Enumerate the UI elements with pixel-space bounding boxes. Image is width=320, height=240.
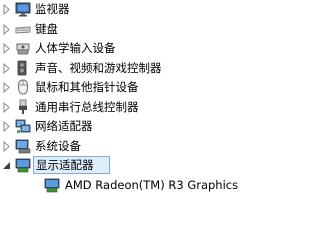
speaker-icon (15, 60, 31, 76)
tree-item-label: 声音、视频和游戏控制器 (35, 61, 162, 75)
tree-item-sound-video-game[interactable]: 声音、视频和游戏控制器 (0, 59, 277, 79)
tree-item-label: AMD Radeon(TM) R3 Graphics (65, 178, 239, 192)
tree-item-network-adapters[interactable]: 网络适配器 (0, 117, 277, 137)
tree-item-display-adapters[interactable]: 显示适配器 (0, 156, 277, 176)
expand-arrow-icon[interactable] (2, 43, 11, 54)
tree-item-label: 显示适配器 (36, 158, 94, 172)
tree-item-label: 鼠标和其他指针设备 (35, 80, 139, 94)
collapse-arrow-icon[interactable] (2, 160, 11, 171)
tree-item-keyboards[interactable]: 键盘 (0, 20, 277, 40)
expand-arrow-icon[interactable] (2, 63, 11, 74)
hid-icon (15, 40, 31, 56)
tree-item-monitors[interactable]: 监视器 (0, 0, 277, 20)
network-adapter-icon (15, 118, 31, 134)
usb-icon (15, 99, 31, 115)
tree-item-label: 通用串行总线控制器 (35, 100, 139, 114)
tree-item-label: 系统设备 (35, 139, 81, 153)
expand-arrow-icon[interactable] (2, 141, 11, 152)
keyboard-icon (15, 21, 31, 37)
tree-item-label: 键盘 (35, 22, 58, 36)
system-device-icon (15, 138, 31, 154)
tree-item-mice[interactable]: 鼠标和其他指针设备 (0, 78, 277, 98)
expand-arrow-icon[interactable] (2, 82, 11, 93)
display-adapter-icon (15, 157, 31, 173)
tree-item-label: 网络适配器 (35, 119, 93, 133)
tree-item-label: 人体学输入设备 (35, 41, 116, 55)
expand-arrow-icon[interactable] (2, 102, 11, 113)
expand-arrow-icon[interactable] (2, 24, 11, 35)
tree-item-hid[interactable]: 人体学输入设备 (0, 39, 277, 59)
tree-item-usb[interactable]: 通用串行总线控制器 (0, 98, 277, 118)
device-tree: 监视器 键盘 人体学输入设备 声音、视频和游戏控制器 鼠标和其他指针设备 通用串… (0, 0, 277, 221)
mouse-icon (15, 79, 31, 95)
tree-item-amd-radeon[interactable]: AMD Radeon(TM) R3 Graphics (0, 176, 277, 196)
expand-arrow-icon[interactable] (2, 4, 11, 15)
tree-item-system-devices[interactable]: 系统设备 (0, 137, 277, 157)
monitor-icon (15, 1, 31, 17)
display-adapter-icon (44, 177, 60, 193)
tree-item-label: 监视器 (35, 2, 70, 16)
expand-arrow-icon[interactable] (2, 121, 11, 132)
